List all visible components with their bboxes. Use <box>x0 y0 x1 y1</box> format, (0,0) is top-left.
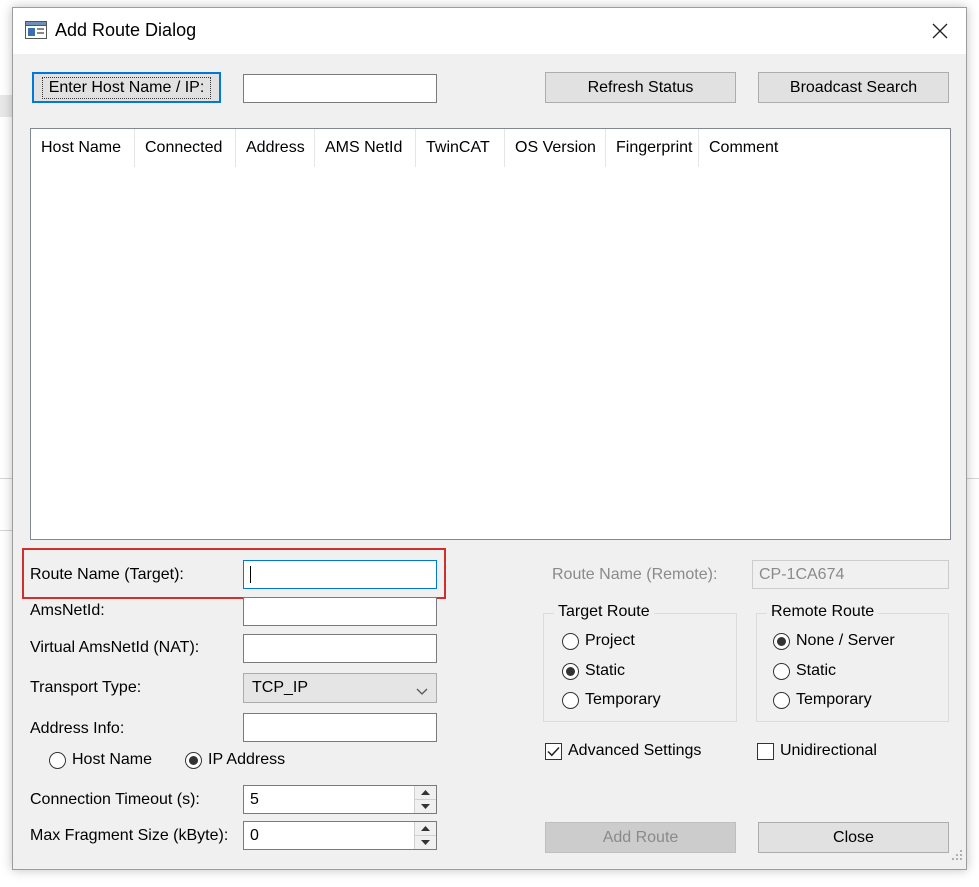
radio-button-icon <box>773 691 790 709</box>
route-name-label: Route Name (Target): <box>30 566 184 583</box>
text-caret <box>250 566 251 583</box>
virtual-amsnetid-input[interactable] <box>243 634 437 663</box>
chevron-down-icon <box>416 683 428 701</box>
column-header[interactable]: Address <box>236 129 315 167</box>
host-ip-input[interactable] <box>243 74 437 103</box>
title-bar: Add Route Dialog <box>13 8 966 54</box>
window-title: Add Route Dialog <box>55 20 197 40</box>
radio-button-checked-icon <box>562 662 579 680</box>
route-name-input[interactable] <box>243 560 437 589</box>
radio-button-checked-icon <box>185 751 202 769</box>
window-icon <box>25 21 47 39</box>
remote-route-group: Remote Route None / Server Static Tempor… <box>756 603 949 722</box>
refresh-status-label: Refresh Status <box>587 78 694 96</box>
remote-route-none-radio[interactable]: None / Server <box>773 632 895 650</box>
radio-button-checked-icon <box>773 632 790 650</box>
close-button[interactable]: Close <box>758 822 949 853</box>
list-header: Host Name Connected Address AMS NetId Tw… <box>31 129 939 167</box>
spin-down-icon[interactable] <box>415 836 436 849</box>
connection-timeout-value: 5 <box>250 790 259 808</box>
remote-route-static-radio[interactable]: Static <box>773 662 836 680</box>
transport-type-label: Transport Type: <box>30 679 142 696</box>
connection-timeout-label: Connection Timeout (s): <box>30 791 200 808</box>
target-route-project-radio[interactable]: Project <box>562 632 635 650</box>
radio-button-icon <box>562 691 579 709</box>
route-name-remote-value: CP-1CA674 <box>759 565 845 583</box>
max-fragment-label: Max Fragment Size (kByte): <box>30 827 229 844</box>
target-route-option-label: Temporary <box>585 691 661 708</box>
target-route-group: Target Route Project Static Temporary <box>543 603 737 722</box>
target-route-option-label: Static <box>585 662 626 679</box>
enter-host-button-label: Enter Host Name / IP: <box>41 76 212 99</box>
spin-up-icon[interactable] <box>415 786 436 800</box>
max-fragment-stepper[interactable]: 0 <box>243 821 437 850</box>
remote-route-option-label: Temporary <box>796 691 872 708</box>
checkbox-empty-icon <box>757 742 774 760</box>
background-divider <box>967 478 979 479</box>
add-route-dialog: Add Route Dialog Enter Host Name / IP: R… <box>12 7 967 870</box>
background-divider <box>0 530 12 531</box>
add-route-label: Add Route <box>602 828 679 846</box>
add-route-button[interactable]: Add Route <box>545 822 736 853</box>
host-name-radio[interactable]: Host Name <box>49 751 152 769</box>
host-name-radio-label: Host Name <box>72 751 153 768</box>
remote-route-option-label: Static <box>796 662 837 679</box>
close-label: Close <box>833 828 874 846</box>
virtual-amsnetid-label: Virtual AmsNetId (NAT): <box>30 639 200 656</box>
column-header[interactable]: AMS NetId <box>315 129 416 167</box>
unidirectional-label: Unidirectional <box>780 742 877 759</box>
checkmark-icon <box>545 742 562 760</box>
route-list[interactable]: Host Name Connected Address AMS NetId Tw… <box>30 128 951 540</box>
advanced-settings-label: Advanced Settings <box>568 742 702 759</box>
background-app-strip <box>0 95 12 117</box>
radio-button-icon <box>773 662 790 680</box>
resize-grip-icon[interactable] <box>951 848 963 866</box>
remote-route-option-label: None / Server <box>796 632 895 649</box>
spin-up-icon[interactable] <box>415 822 436 836</box>
unidirectional-checkbox[interactable]: Unidirectional <box>757 742 877 760</box>
transport-type-select[interactable]: TCP_IP <box>243 673 437 703</box>
refresh-status-button[interactable]: Refresh Status <box>545 72 736 103</box>
radio-button-icon <box>49 751 66 769</box>
ip-address-radio[interactable]: IP Address <box>185 751 285 769</box>
radio-button-icon <box>562 632 579 650</box>
route-name-remote-input: CP-1CA674 <box>752 560 949 589</box>
close-window-icon[interactable] <box>922 15 958 47</box>
target-route-option-label: Project <box>585 632 635 649</box>
target-route-temporary-radio[interactable]: Temporary <box>562 691 661 709</box>
column-header[interactable]: OS Version <box>505 129 606 167</box>
remote-route-title: Remote Route <box>767 603 879 621</box>
column-header[interactable]: Comment <box>699 129 939 167</box>
ip-address-radio-label: IP Address <box>208 751 286 768</box>
advanced-settings-checkbox[interactable]: Advanced Settings <box>545 742 701 760</box>
column-header[interactable]: TwinCAT <box>416 129 505 167</box>
address-info-label: Address Info: <box>30 720 125 737</box>
broadcast-search-label: Broadcast Search <box>789 78 918 96</box>
column-header[interactable]: Fingerprint <box>606 129 699 167</box>
background-divider <box>0 478 12 479</box>
remote-route-temporary-radio[interactable]: Temporary <box>773 691 872 709</box>
connection-timeout-stepper[interactable]: 5 <box>243 785 437 814</box>
column-header[interactable]: Connected <box>135 129 236 167</box>
amsnetid-input[interactable] <box>243 597 437 626</box>
enter-host-button[interactable]: Enter Host Name / IP: <box>32 72 221 103</box>
transport-type-value: TCP_IP <box>252 679 309 696</box>
column-header[interactable]: Host Name <box>31 129 135 167</box>
route-name-remote-label: Route Name (Remote): <box>552 566 718 583</box>
target-route-static-radio[interactable]: Static <box>562 662 625 680</box>
broadcast-search-button[interactable]: Broadcast Search <box>758 72 949 103</box>
target-route-title: Target Route <box>554 603 654 621</box>
spin-down-icon[interactable] <box>415 800 436 813</box>
amsnetid-label: AmsNetId: <box>30 602 105 619</box>
max-fragment-value: 0 <box>250 826 259 844</box>
address-info-input[interactable] <box>243 713 437 742</box>
